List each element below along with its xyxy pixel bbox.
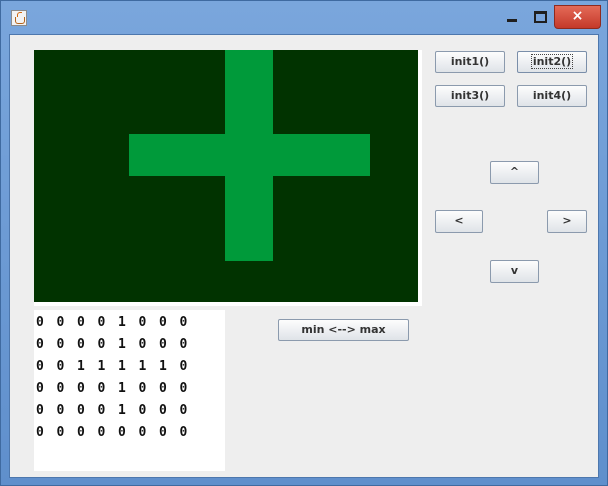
java-app-icon[interactable] <box>11 10 27 26</box>
matrix-cell: 0 <box>56 337 65 352</box>
maximize-button[interactable] <box>527 7 553 29</box>
matrix-cell: 0 <box>36 425 44 440</box>
matrix-cell: 1 <box>118 337 126 352</box>
init4-button[interactable]: init4() <box>517 85 587 107</box>
matrix-cell: 1 <box>118 403 126 418</box>
matrix-cell: 0 <box>138 381 147 396</box>
matrix-cell: 0 <box>138 403 147 418</box>
matrix-cell: 0 <box>56 381 65 396</box>
content-panel: 0000100000001000001111100000100000001000… <box>9 34 599 478</box>
matrix-cell: 0 <box>97 425 106 440</box>
matrix-cell: 0 <box>179 359 188 374</box>
matrix-cell: 1 <box>118 381 126 396</box>
matrix-cell: 0 <box>97 315 106 330</box>
matrix-cell: 1 <box>118 315 126 330</box>
matrix-cell: 1 <box>118 359 126 374</box>
matrix-cell: 0 <box>159 425 167 440</box>
init1-button[interactable]: init1() <box>435 51 505 73</box>
minimize-button[interactable] <box>499 7 525 29</box>
matrix-cell: 0 <box>138 337 147 352</box>
matrix-cell: 0 <box>159 403 167 418</box>
matrix-cell: 0 <box>159 381 167 396</box>
matrix-cell: 0 <box>179 337 188 352</box>
matrix-cell: 0 <box>159 315 167 330</box>
matrix-cell: 0 <box>179 425 188 440</box>
matrix-cell: 0 <box>118 425 126 440</box>
move-down-button[interactable]: v <box>490 260 539 283</box>
matrix-cell: 0 <box>56 425 65 440</box>
matrix-cell: 0 <box>179 381 188 396</box>
matrix-cell: 1 <box>159 359 167 374</box>
close-icon: × <box>571 8 584 24</box>
matrix-cell: 0 <box>56 359 65 374</box>
move-right-button[interactable]: > <box>547 210 587 233</box>
matrix-cell: 0 <box>36 359 44 374</box>
matrix-cell: 1 <box>77 359 85 374</box>
matrix-cell: 1 <box>138 359 147 374</box>
close-button[interactable]: × <box>554 5 601 29</box>
init3-button[interactable]: init3() <box>435 85 505 107</box>
move-up-button[interactable]: ^ <box>490 161 539 184</box>
matrix-cell: 0 <box>159 337 167 352</box>
matrix-cell: 0 <box>36 337 44 352</box>
init2-button[interactable]: init2() <box>517 51 587 73</box>
matrix-cell: 0 <box>36 403 44 418</box>
matrix-cell: 0 <box>77 337 85 352</box>
matrix-panel: 0000100000001000001111100000100000001000… <box>34 310 225 471</box>
matrix-cell: 0 <box>77 403 85 418</box>
matrix-cell: 0 <box>179 315 188 330</box>
matrix-cell: 0 <box>138 425 147 440</box>
minimize-icon <box>507 19 517 22</box>
matrix-cell: 0 <box>36 315 44 330</box>
matrix-cell: 1 <box>97 359 106 374</box>
matrix-cell: 0 <box>77 315 85 330</box>
matrix-cell: 0 <box>97 337 106 352</box>
cross-horizontal-bar <box>129 134 370 176</box>
drawing-canvas <box>34 50 422 306</box>
matrix-cell: 0 <box>179 403 188 418</box>
matrix-cell: 0 <box>36 381 44 396</box>
application-window: × 00001000000010000011111000001000000010… <box>0 0 608 486</box>
min-max-toggle-button[interactable]: min <--> max <box>278 319 409 341</box>
title-bar[interactable]: × <box>1 1 607 33</box>
matrix-cell: 0 <box>77 425 85 440</box>
move-left-button[interactable]: < <box>435 210 483 233</box>
matrix-cell: 0 <box>97 403 106 418</box>
matrix-cell: 0 <box>56 315 65 330</box>
matrix-cell: 0 <box>77 381 85 396</box>
matrix-cell: 0 <box>56 403 65 418</box>
matrix-cell: 0 <box>138 315 147 330</box>
matrix-cell: 0 <box>97 381 106 396</box>
maximize-icon <box>534 11 547 23</box>
